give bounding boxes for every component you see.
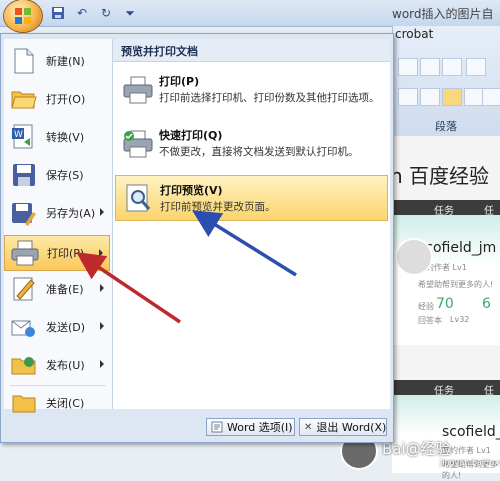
print-icon xyxy=(11,239,39,267)
menu-item-label: 关闭(C) xyxy=(46,397,85,410)
publish-icon xyxy=(10,351,38,379)
menu-item-print[interactable]: 打印(P) xyxy=(4,235,110,271)
username: scofield_jm xyxy=(442,424,500,440)
print-submenu: 预览并打印文档 打印(P) 打印前选择打印机、打印份数及其他打印选项。 快速打印… xyxy=(113,39,390,409)
submenu-arrow-icon xyxy=(100,322,104,330)
justify-button[interactable] xyxy=(464,88,484,106)
submenu-arrow-icon xyxy=(100,284,104,292)
options-icon xyxy=(211,421,223,433)
menu-item-send[interactable]: 发送(D) xyxy=(4,309,110,345)
menu-item-label: 保存(S) xyxy=(46,169,84,182)
printer-icon xyxy=(121,73,155,107)
menu-item-label: 新建(N) xyxy=(46,55,85,68)
align-left-button[interactable] xyxy=(398,88,418,106)
submenu-item-quick-print[interactable]: 快速打印(Q) 不做更改，直接将文档发送到默认打印机。 xyxy=(115,121,388,161)
quick-print-icon xyxy=(121,127,155,161)
multilevel-button[interactable] xyxy=(442,58,462,76)
menu-item-label: 打开(O) xyxy=(46,93,86,106)
menu-item-label: 转换(V) xyxy=(46,131,85,144)
exit-word-label: 退出 Word(X) xyxy=(316,421,387,434)
exit-word-button[interactable]: ✕ 退出 Word(X) xyxy=(299,418,387,436)
customize-qat-icon[interactable]: ⏷ xyxy=(120,4,140,22)
line-spacing-button[interactable] xyxy=(482,88,500,106)
menu-item-label: 准备(E) xyxy=(46,283,84,296)
submenu-item-title: 打印(P) xyxy=(159,75,200,88)
score-value-2: 6 xyxy=(482,296,491,312)
submenu-header: 预览并打印文档 xyxy=(113,39,390,62)
watermark-url: jingyan.baidu.com xyxy=(440,458,500,467)
submenu-item-desc: 打印前预览并更改页面。 xyxy=(160,201,276,213)
paragraph-group-label: 段落 xyxy=(435,120,457,133)
submenu-item-desc: 不做更改，直接将文档发送到默认打印机。 xyxy=(159,146,359,158)
level-label: 回答本 xyxy=(418,316,442,325)
submenu-arrow-icon xyxy=(99,249,103,257)
score-value: 70 xyxy=(436,296,454,312)
save-as-icon xyxy=(10,199,38,227)
menu-item-label: 打印(P) xyxy=(47,247,85,260)
office-logo-icon xyxy=(15,8,31,24)
document-heading: n 百度经验 xyxy=(390,164,490,188)
submenu-item-title: 快速打印(Q) xyxy=(159,129,223,142)
bullets-button[interactable] xyxy=(398,58,418,76)
document-title: word插入的图片自 xyxy=(392,7,494,21)
new-document-icon xyxy=(10,47,38,75)
submenu-item-print[interactable]: 打印(P) 打印前选择打印机、打印份数及其他打印选项。 xyxy=(115,67,388,117)
submenu-title: 预览并打印文档 xyxy=(121,45,198,58)
menu-item-open[interactable]: 打开(O) xyxy=(4,81,110,117)
redo-icon[interactable]: ↻ xyxy=(96,4,116,22)
prepare-icon xyxy=(10,275,38,303)
web-nav-bar: 任务 任 xyxy=(392,200,500,217)
ribbon-tab-acrobat[interactable]: crobat xyxy=(395,27,433,41)
print-preview-icon xyxy=(122,182,156,216)
office-menu: 新建(N) 打开(O) W 转换(V) 保存(S) 另存为(A) 打印(P) 准… xyxy=(0,33,394,443)
user-motto: 希望助帮到更多的人! xyxy=(418,280,494,289)
menu-item-save-as[interactable]: 另存为(A) xyxy=(4,195,110,231)
save-icon xyxy=(10,161,38,189)
profile-card: scofield_jm 签约作者 Lv1 希望助帮到更多的人! 经验 70 6 … xyxy=(392,215,500,345)
menu-item-prepare[interactable]: 准备(E) xyxy=(4,271,110,307)
word-options-label: Word 选项(I) xyxy=(227,421,293,434)
menu-item-new[interactable]: 新建(N) xyxy=(4,43,110,79)
open-folder-icon xyxy=(10,85,38,113)
menu-item-label: 发布(U) xyxy=(46,359,85,372)
decrease-indent-button[interactable] xyxy=(466,58,486,76)
close-folder-icon xyxy=(10,389,38,417)
score-label: 经验 xyxy=(418,302,434,311)
title-bar: ↶ ↻ ⏷ word插入的图片自 xyxy=(0,0,500,27)
align-right-button[interactable] xyxy=(442,88,462,106)
numbering-button[interactable] xyxy=(420,58,440,76)
submenu-item-print-preview[interactable]: 打印预览(V) 打印前预览并更改页面。 xyxy=(115,175,388,221)
menu-item-close[interactable]: 关闭(C) xyxy=(4,385,110,421)
menu-item-convert[interactable]: W 转换(V) xyxy=(4,119,110,155)
send-icon xyxy=(10,313,38,341)
avatar xyxy=(395,238,433,276)
align-center-button[interactable] xyxy=(420,88,440,106)
word-options-button[interactable]: Word 选项(I) xyxy=(206,418,295,436)
menu-item-label: 发送(D) xyxy=(46,321,86,334)
web-nav-bar: 任务 任 xyxy=(392,380,500,397)
submenu-arrow-icon xyxy=(100,208,104,216)
submenu-item-title: 打印预览(V) xyxy=(160,184,223,197)
menu-item-publish[interactable]: 发布(U) xyxy=(4,347,110,383)
quick-access-toolbar: ↶ ↻ ⏷ xyxy=(48,3,140,23)
convert-icon: W xyxy=(10,123,38,151)
submenu-arrow-icon xyxy=(100,360,104,368)
level-value: Lv32 xyxy=(450,315,470,324)
menu-item-label: 另存为(A) xyxy=(46,207,96,220)
office-button[interactable] xyxy=(4,0,42,32)
svg-text:W: W xyxy=(14,130,23,140)
submenu-item-desc: 打印前选择打印机、打印份数及其他打印选项。 xyxy=(159,92,380,104)
menu-command-list: 新建(N) 打开(O) W 转换(V) 保存(S) 另存为(A) 打印(P) 准… xyxy=(4,39,113,413)
undo-icon[interactable]: ↶ xyxy=(72,4,92,22)
close-icon: ✕ xyxy=(304,421,313,433)
save-quick-icon[interactable] xyxy=(48,4,68,22)
menu-item-save[interactable]: 保存(S) xyxy=(4,157,110,193)
